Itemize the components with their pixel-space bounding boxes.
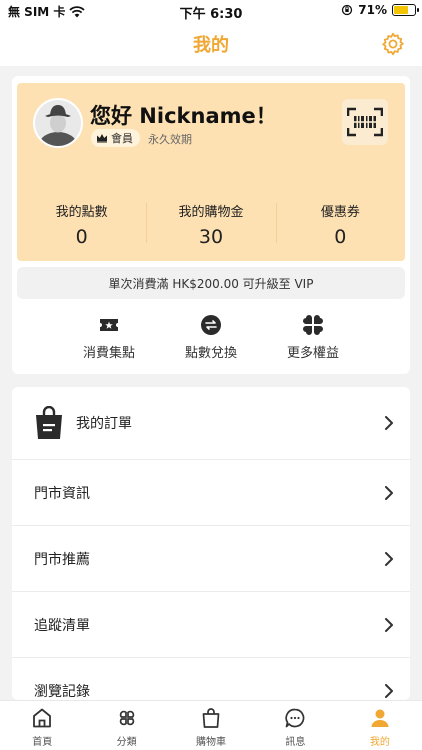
chevron-right-icon [385,551,393,566]
menu-item-label: 門市資訊 [34,485,90,502]
clover-icon [302,314,324,336]
quick-action-more-benefits[interactable]: 更多權益 [268,314,358,361]
chevron-right-icon [385,485,393,500]
scan-button[interactable] [342,99,388,145]
crown-icon [97,134,107,143]
shopping-bag-icon [36,406,62,439]
nav-tab-me[interactable]: 我的 [338,701,422,750]
barcode-scan-icon [347,107,383,137]
chat-icon [285,708,305,728]
menu-item-label: 追蹤清單 [34,617,90,634]
nav-tab-messages[interactable]: 訊息 [253,701,337,750]
home-icon [33,708,52,728]
stat-label: 我的點數 [55,205,108,220]
status-right: 71% [341,3,419,17]
quick-action-redeem-points[interactable]: 點數兌換 [166,314,256,361]
nav-label: 首頁 [32,737,53,748]
member-badge: 會員 [91,129,140,147]
stat-value: 30 [198,226,224,248]
nav-label: 訊息 [285,737,306,748]
orientation-lock-icon [342,4,353,16]
menu-item-watchlist[interactable]: 追蹤清單 [12,592,410,658]
stat-value: 0 [75,226,88,248]
nav-label: 購物車 [196,737,227,748]
avatar[interactable] [33,98,83,148]
status-bar: 無 SIM 卡 下午 6:30 71% [0,0,422,22]
page-header: 我的 [0,22,422,66]
gear-icon[interactable] [380,31,406,57]
chevron-right-icon [385,416,393,430]
nav-tab-cart[interactable]: 購物車 [169,701,253,750]
avatar-placeholder-icon [35,100,81,146]
stat-points[interactable]: 我的點數 0 [17,201,146,249]
nav-label: 我的 [369,737,390,748]
menu-item-label: 門市推薦 [34,551,90,568]
person-icon [371,709,389,727]
battery-icon [392,4,419,16]
bottom-nav: 首頁 分類 購物車 訊息 我的 [0,700,422,750]
exchange-icon [200,314,222,336]
greeting-text: 您好 Nickname！ [90,104,277,128]
stat-coupons[interactable]: 優惠券 0 [275,201,405,249]
battery-percent: 71% [358,3,387,17]
menu-item-label: 瀏覽記錄 [34,684,90,700]
menu-item-store-info[interactable]: 門市資訊 [12,460,410,526]
menu-item-my-orders[interactable]: 我的訂單 [12,387,410,460]
chevron-right-icon [385,684,393,698]
category-icon [119,710,134,726]
menu-item-browsing-history[interactable]: 瀏覽記錄 [12,658,410,700]
chevron-right-icon [385,617,393,632]
stats-row: 我的點數 0 我的購物金 30 優惠券 0 [17,201,405,249]
stat-label: 優惠券 [320,205,360,220]
cart-bag-icon [202,708,220,728]
stat-value: 0 [334,226,347,248]
stat-label: 我的購物金 [178,205,244,220]
quick-action-label: 更多權益 [286,346,339,361]
upgrade-notice: 單次消費滿 HK$200.00 可升級至 VIP [17,267,405,299]
nav-label: 分類 [116,737,137,748]
stat-shopping-credit[interactable]: 我的購物金 30 [146,201,275,249]
nav-tab-home[interactable]: 首頁 [0,701,84,750]
nav-tab-category[interactable]: 分類 [84,701,168,750]
member-card: 您好 Nickname！ 會員 永久效期 我的點數 0 我的購物金 30 優惠券… [17,83,405,261]
member-badge-label: 會員 [111,132,133,145]
menu-list: 我的訂單 門市資訊 門市推薦 追蹤清單 瀏覽記錄 [12,387,410,700]
menu-item-store-recommend[interactable]: 門市推薦 [12,526,410,592]
quick-action-collect-points[interactable]: 消費集點 [64,314,154,361]
quick-action-label: 點數兌換 [184,346,237,361]
ticket-star-icon [98,314,120,336]
battery-fill [394,6,409,14]
quick-action-label: 消費集點 [82,346,135,361]
page-title: 我的 [193,35,229,56]
validity-text: 永久效期 [148,133,192,146]
quick-actions: 消費集點 點數兌換 更多權益 [12,306,410,366]
menu-item-label: 我的訂單 [76,416,132,432]
